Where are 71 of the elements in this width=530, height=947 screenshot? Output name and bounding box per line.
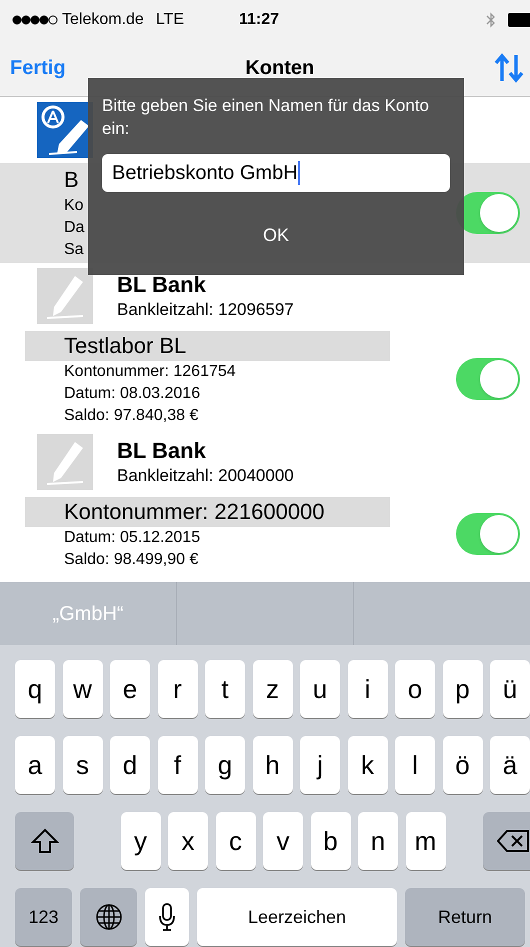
keyboard-key[interactable]: s [62, 736, 102, 794]
name-input-field[interactable]: Betriebskonto GmbH [102, 154, 450, 192]
bank-name: BL Bank [117, 437, 207, 465]
globe-key[interactable] [80, 888, 137, 946]
keyboard-key[interactable]: c [216, 812, 256, 870]
backspace-icon [496, 830, 528, 852]
keyboard-key[interactable]: ö [442, 736, 482, 794]
account-detail: Ko [64, 196, 84, 216]
account-detail: Datum: 05.12.2015 [64, 528, 200, 548]
sort-icon[interactable] [494, 53, 524, 83]
keyboard-key[interactable]: q [15, 660, 55, 718]
keyboard-key[interactable]: p [442, 660, 482, 718]
keyboard-key[interactable]: u [300, 660, 340, 718]
keyboard-key[interactable]: b [310, 812, 350, 870]
account-title: Testlabor BL [64, 333, 186, 358]
account-title: B [64, 167, 79, 192]
dictation-key[interactable] [145, 888, 189, 946]
keyboard-key[interactable]: m [406, 812, 446, 870]
screen-title: Konten [245, 56, 314, 81]
pen-logo-icon [37, 434, 93, 490]
return-key[interactable]: Return [405, 888, 525, 946]
keyboard-key[interactable]: j [300, 736, 340, 794]
keyboard-key[interactable]: l [395, 736, 435, 794]
account-detail: Sa [64, 240, 84, 260]
account-detail: Da [64, 218, 84, 238]
microphone-icon [159, 903, 175, 931]
keyboard-key[interactable]: k [348, 736, 388, 794]
account-title: Kontonummer: 221600000 [64, 499, 325, 524]
keyboard-key[interactable]: t [205, 660, 245, 718]
bluetooth-icon [486, 12, 496, 28]
keyboard-key[interactable]: i [348, 660, 388, 718]
keyboard-key[interactable]: ä [490, 736, 530, 794]
toggle-switch[interactable] [456, 513, 520, 555]
delete-key[interactable] [483, 812, 530, 870]
globe-icon [94, 903, 122, 931]
keyboard-key[interactable]: d [110, 736, 150, 794]
keyboard-key[interactable]: o [395, 660, 435, 718]
keyboard-key[interactable]: w [62, 660, 102, 718]
keyboard-key[interactable]: f [158, 736, 198, 794]
keyboard-key[interactable]: e [110, 660, 150, 718]
keyboard-key[interactable]: r [158, 660, 198, 718]
network-type: LTE [156, 10, 184, 30]
keyboard-key[interactable]: a [15, 736, 55, 794]
bank-name: BL Bank [117, 271, 207, 299]
toggle-switch[interactable] [456, 358, 520, 400]
shift-icon [30, 828, 58, 854]
keyboard-key[interactable]: z [252, 660, 292, 718]
keyboard-key[interactable]: ü [490, 660, 530, 718]
bank-code: Bankleitzahl: 12096597 [117, 299, 294, 321]
keyboard-key[interactable]: h [252, 736, 292, 794]
bank-code: Bankleitzahl: 20040000 [117, 465, 294, 487]
keyboard-key[interactable]: y [120, 812, 160, 870]
keyboard-key[interactable]: v [263, 812, 303, 870]
battery-icon [508, 13, 530, 27]
account-detail: Datum: 08.03.2016 [64, 384, 200, 404]
account-detail: Saldo: 97.840,38 € [64, 406, 198, 426]
keyboard-key[interactable]: g [205, 736, 245, 794]
account-detail: Kontonummer: 1261754 [64, 362, 236, 382]
ok-button[interactable]: OK [262, 222, 289, 249]
carrier-name: Telekom.de [62, 10, 144, 30]
keyboard-key[interactable]: x [168, 812, 208, 870]
pen-logo-icon [37, 268, 93, 324]
account-detail: Saldo: 98.499,90 € [64, 550, 198, 570]
dialog-message: Bitte geben Sie einen Namen für das Konto ein: [102, 95, 430, 140]
signal-icon [12, 15, 58, 25]
numbers-key[interactable]: 123 [15, 888, 72, 946]
clock-time: 11:27 [238, 10, 280, 30]
space-key[interactable]: Leerzeichen [197, 888, 397, 946]
shift-key[interactable] [15, 812, 74, 870]
keyboard-key[interactable]: n [358, 812, 398, 870]
done-button[interactable]: Fertig [10, 53, 66, 83]
